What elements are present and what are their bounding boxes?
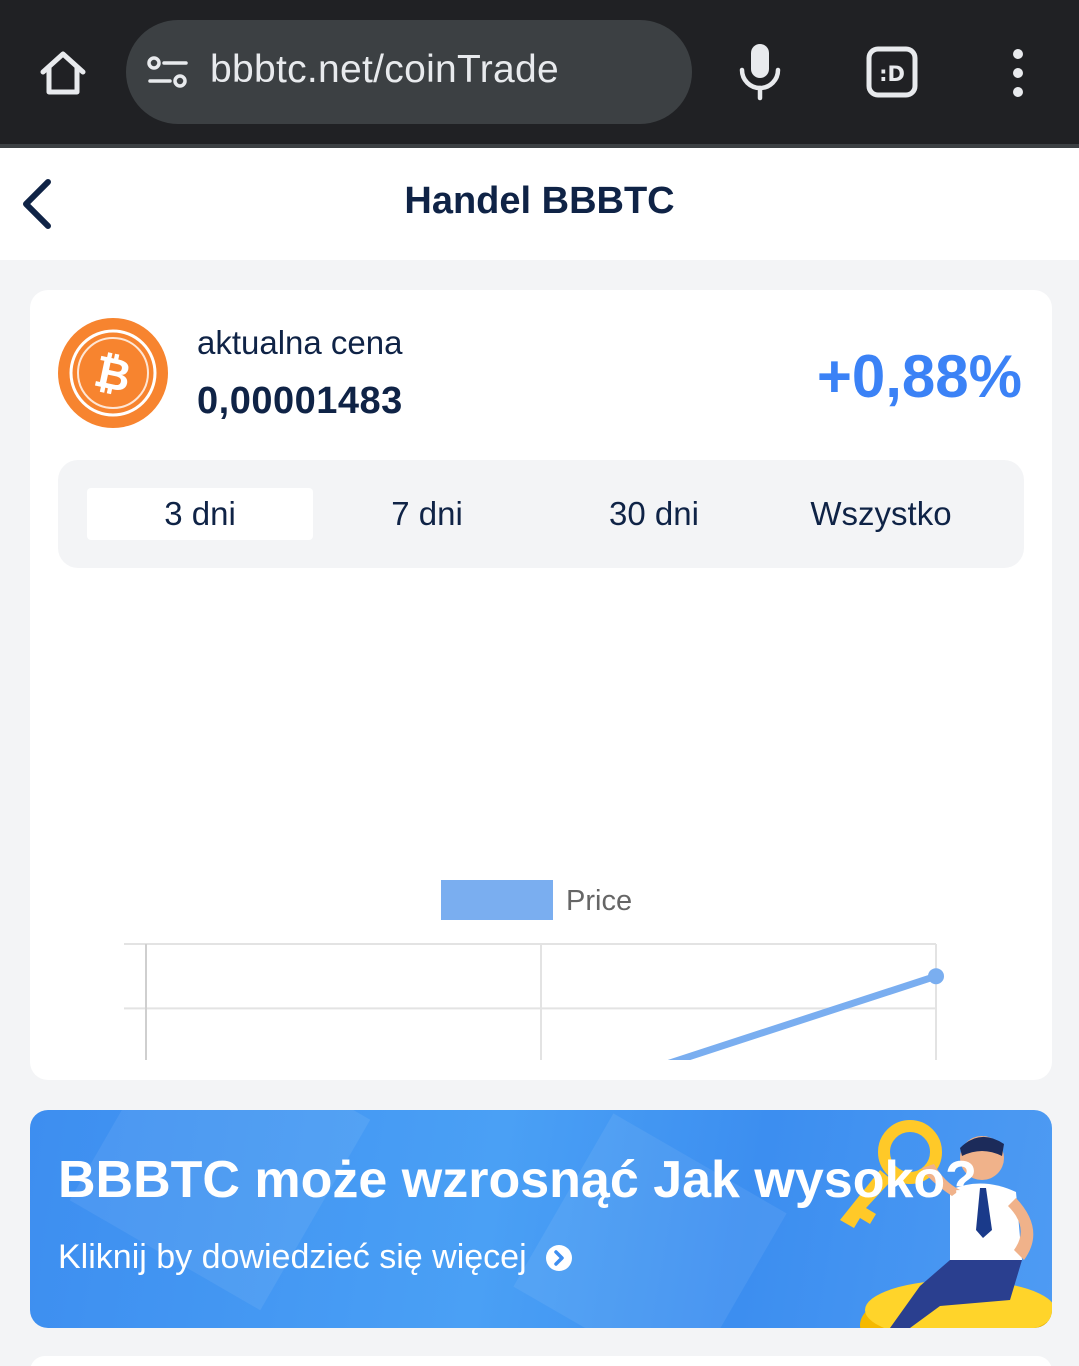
microphone-icon[interactable] <box>732 40 788 104</box>
site-settings-icon[interactable] <box>146 52 190 92</box>
price-label: aktualna cena <box>197 324 403 361</box>
banner-decoration <box>513 1113 787 1328</box>
home-icon[interactable] <box>30 42 96 104</box>
tab-switcher-icon[interactable]: :D <box>864 44 920 100</box>
price-value: 0,00001483 <box>197 380 403 422</box>
tab-all[interactable]: Wszystko <box>768 488 994 540</box>
browser-toolbar: bbbtc.net/coinTrade :D <box>0 0 1079 146</box>
legend-swatch <box>441 880 553 920</box>
tab-3-days[interactable]: 3 dni <box>87 488 313 540</box>
more-menu-icon[interactable] <box>1000 46 1036 100</box>
range-tabs: 3 dni 7 dni 30 dni Wszystko <box>58 460 1024 568</box>
app-header: Handel BBBTC <box>0 148 1079 260</box>
next-card <box>30 1356 1052 1366</box>
chevron-right-icon <box>545 1244 572 1271</box>
price-card: ₿ aktualna cena 0,00001483 +0,88% 3 dni … <box>30 290 1052 1331</box>
tab-7-days[interactable]: 7 dni <box>314 488 540 540</box>
price-chart: Price 2023-12-092023-12-102023-12-11 <box>30 580 1052 1331</box>
bitcoin-logo-icon: ₿ <box>58 318 168 428</box>
promo-title: BBBTC może wzrosnąć Jak wysoko? <box>58 1151 977 1209</box>
price-data-point[interactable] <box>928 968 944 985</box>
chart-svg: Price 2023-12-092023-12-102023-12-11 <box>72 880 1009 1331</box>
banner-decoration <box>69 1110 371 1311</box>
price-change: +0,88% <box>816 343 1022 410</box>
legend-label: Price <box>566 885 632 917</box>
svg-text::D: :D <box>879 62 905 86</box>
promo-subtitle: Kliknij by dowiedzieć się więcej <box>58 1238 527 1276</box>
promo-banner[interactable]: BBBTC może wzrosnąć Jak wysoko? Kliknij … <box>30 1110 1052 1328</box>
address-bar[interactable]: bbbtc.net/coinTrade <box>126 20 692 124</box>
url-text[interactable]: bbbtc.net/coinTrade <box>210 48 559 92</box>
tab-30-days[interactable]: 30 dni <box>541 488 767 540</box>
page-title: Handel BBBTC <box>404 180 675 222</box>
businessman-illustration <box>810 1110 1052 1328</box>
promo-link[interactable]: Kliknij by dowiedzieć się więcej <box>58 1238 573 1277</box>
